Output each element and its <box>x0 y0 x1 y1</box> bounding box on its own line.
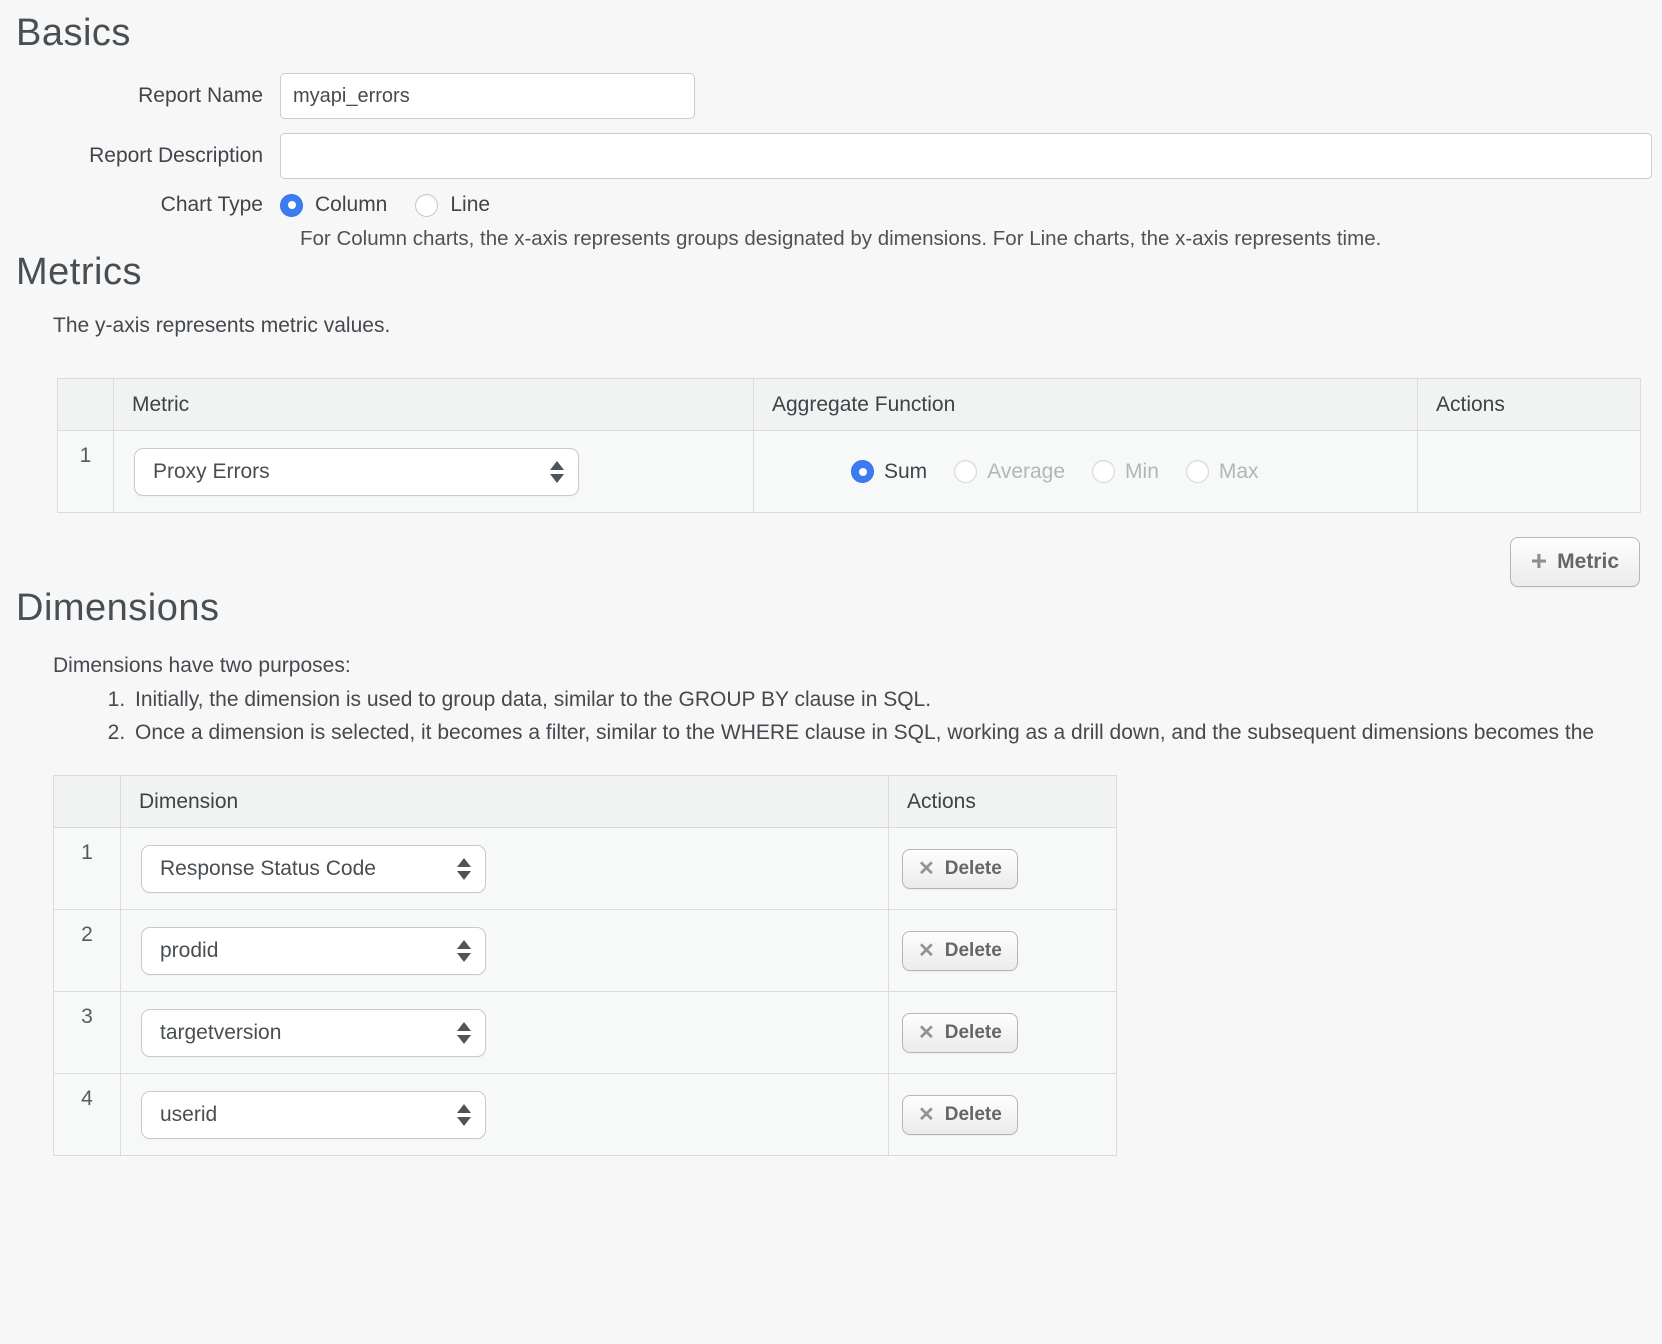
chart-type-column-radio[interactable] <box>280 194 303 217</box>
delete-button-label: Delete <box>945 1104 1002 1126</box>
metrics-heading: Metrics <box>16 251 1662 294</box>
dimension-row: 1 Response Status Code ✕ Delete <box>54 828 1117 910</box>
dimensions-intro: Dimensions have two purposes: <box>53 654 1662 678</box>
chart-type-column-label[interactable]: Column <box>315 193 387 217</box>
metrics-header-row: Metric Aggregate Function Actions <box>58 379 1641 431</box>
report-name-input[interactable] <box>280 73 695 119</box>
chart-type-line-radio[interactable] <box>415 194 438 217</box>
sum-label[interactable]: Sum <box>884 460 927 484</box>
chart-type-label: Chart Type <box>0 193 280 217</box>
report-description-row: Report Description <box>0 133 1662 179</box>
dimension-row-index: 1 <box>54 828 121 910</box>
min-radio[interactable] <box>1092 460 1115 483</box>
dimensions-purpose-list: Initially, the dimension is used to grou… <box>0 688 1662 745</box>
dimension-purpose-item: Initially, the dimension is used to grou… <box>131 688 1662 712</box>
dimensions-index-header <box>54 776 121 828</box>
add-metric-button-row: + Metric <box>57 537 1640 587</box>
chart-type-radio-group: Column Line <box>280 193 490 217</box>
aggregate-radio-group: Sum Average Min Max <box>851 460 1416 484</box>
select-arrows-icon <box>550 461 564 483</box>
dimension-row-index: 2 <box>54 910 121 992</box>
aggregate-option-max[interactable]: Max <box>1186 460 1259 484</box>
aggregate-option-sum[interactable]: Sum <box>851 460 927 484</box>
average-label[interactable]: Average <box>987 460 1065 484</box>
dimension-select-value: userid <box>160 1103 217 1127</box>
delete-dimension-button-4[interactable]: ✕ Delete <box>902 1095 1018 1135</box>
basics-heading: Basics <box>16 0 1662 55</box>
report-description-input[interactable] <box>280 133 1652 179</box>
metric-actions-cell <box>1418 431 1641 513</box>
x-icon: ✕ <box>918 859 935 879</box>
sum-radio[interactable] <box>851 460 874 483</box>
x-icon: ✕ <box>918 1023 935 1043</box>
dimension-row-index: 3 <box>54 992 121 1074</box>
average-radio[interactable] <box>954 460 977 483</box>
max-radio[interactable] <box>1186 460 1209 483</box>
report-description-label: Report Description <box>0 144 280 168</box>
chart-type-help-text: For Column charts, the x-axis represents… <box>300 227 1662 251</box>
metric-select[interactable]: Proxy Errors <box>134 448 579 496</box>
dimensions-heading: Dimensions <box>16 587 1662 630</box>
dimension-row: 4 userid ✕ Delete <box>54 1074 1117 1156</box>
metric-column-header: Metric <box>114 379 754 431</box>
metric-row: 1 Proxy Errors Sum <box>58 431 1641 513</box>
delete-dimension-button-3[interactable]: ✕ Delete <box>902 1013 1018 1053</box>
select-arrows-icon <box>457 1104 471 1126</box>
metrics-subtitle: The y-axis represents metric values. <box>53 314 1662 338</box>
dimension-select-value: targetversion <box>160 1021 281 1045</box>
dimension-row: 2 prodid ✕ Delete <box>54 910 1117 992</box>
x-icon: ✕ <box>918 941 935 961</box>
dimension-select-value: prodid <box>160 939 218 963</box>
dimensions-header-row: Dimension Actions <box>54 776 1117 828</box>
add-metric-button[interactable]: + Metric <box>1510 537 1640 587</box>
delete-button-label: Delete <box>945 1022 1002 1044</box>
aggregate-option-average[interactable]: Average <box>954 460 1065 484</box>
delete-dimension-button-1[interactable]: ✕ Delete <box>902 849 1018 889</box>
metrics-table: Metric Aggregate Function Actions 1 Prox… <box>57 378 1641 513</box>
report-name-row: Report Name <box>0 73 1662 119</box>
dimensions-actions-column-header: Actions <box>889 776 1117 828</box>
plus-icon: + <box>1531 547 1547 575</box>
add-metric-button-label: Metric <box>1557 550 1619 574</box>
delete-button-label: Delete <box>945 858 1002 880</box>
dimension-select-value: Response Status Code <box>160 857 376 881</box>
report-name-label: Report Name <box>0 84 280 108</box>
dimension-select-4[interactable]: userid <box>141 1091 486 1139</box>
delete-dimension-button-2[interactable]: ✕ Delete <box>902 931 1018 971</box>
max-label[interactable]: Max <box>1219 460 1259 484</box>
metric-row-index: 1 <box>58 431 114 513</box>
dimension-column-header: Dimension <box>121 776 889 828</box>
chart-type-line-label[interactable]: Line <box>450 193 490 217</box>
x-icon: ✕ <box>918 1105 935 1125</box>
select-arrows-icon <box>457 1022 471 1044</box>
dimension-row: 3 targetversion ✕ Delete <box>54 992 1117 1074</box>
dimension-row-index: 4 <box>54 1074 121 1156</box>
select-arrows-icon <box>457 858 471 880</box>
dimension-select-1[interactable]: Response Status Code <box>141 845 486 893</box>
dimension-select-3[interactable]: targetversion <box>141 1009 486 1057</box>
metrics-actions-column-header: Actions <box>1418 379 1641 431</box>
dimension-select-2[interactable]: prodid <box>141 927 486 975</box>
aggregate-function-column-header: Aggregate Function <box>754 379 1418 431</box>
custom-report-builder: Basics Report Name Report Description Ch… <box>0 0 1662 1344</box>
dimension-purpose-item: Once a dimension is selected, it becomes… <box>131 721 1662 745</box>
min-label[interactable]: Min <box>1125 460 1159 484</box>
metric-select-value: Proxy Errors <box>153 460 270 484</box>
dimensions-table: Dimension Actions 1 Response Status Code <box>53 775 1117 1156</box>
metrics-index-header <box>58 379 114 431</box>
delete-button-label: Delete <box>945 940 1002 962</box>
aggregate-option-min[interactable]: Min <box>1092 460 1159 484</box>
select-arrows-icon <box>457 940 471 962</box>
chart-type-row: Chart Type Column Line <box>0 193 1662 217</box>
